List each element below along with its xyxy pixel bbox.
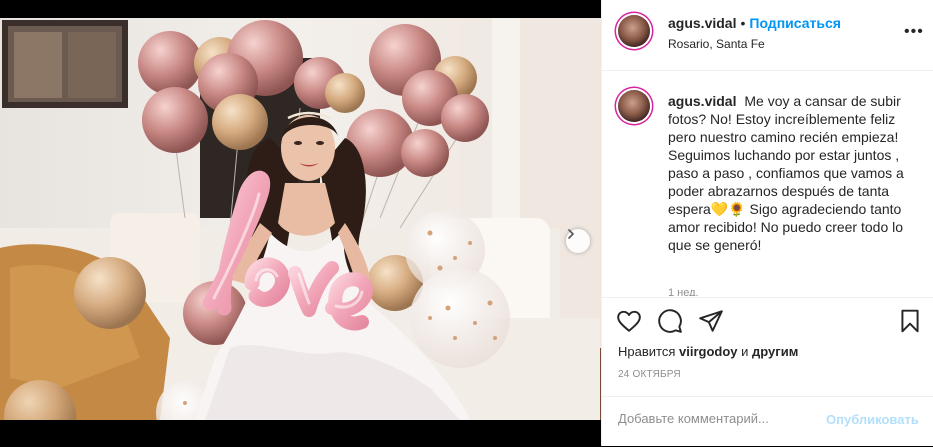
bookmark-icon[interactable]	[897, 308, 923, 334]
likes-user-link[interactable]: viirgodoy	[679, 344, 738, 359]
ellipsis-icon[interactable]: •••	[904, 24, 924, 40]
follow-button[interactable]: Подписаться	[749, 15, 841, 31]
carousel-next-button[interactable]	[566, 229, 590, 253]
location-link[interactable]: Rosario, Santa Fe	[668, 37, 765, 51]
avatar[interactable]	[618, 15, 650, 47]
heart-icon[interactable]	[616, 308, 642, 334]
comment-icon[interactable]	[657, 308, 683, 334]
header-username[interactable]: agus.vidal	[668, 15, 736, 31]
caption-time-ago: 1 нед.	[668, 287, 699, 296]
caption-avatar[interactable]	[618, 90, 650, 122]
post-side-panel: agus.vidal • Подписаться Rosario, Santa Fe…	[601, 0, 933, 446]
comment-input[interactable]	[618, 411, 818, 426]
publish-button[interactable]: Опубликовать	[826, 412, 919, 427]
chevron-right-icon	[568, 229, 574, 239]
caption-username[interactable]: agus.vidal	[668, 93, 736, 109]
caption-area: agus.vidal Me voy a cansar de subir foto…	[602, 71, 933, 296]
photo-illustration: love	[0, 18, 601, 420]
likes-and: и	[741, 344, 749, 359]
paper-plane-icon[interactable]	[698, 308, 724, 334]
comment-bar: Опубликовать	[602, 396, 933, 447]
likes-prefix: Нравится	[618, 344, 676, 359]
caption: agus.vidal Me voy a cansar de subir foto…	[668, 92, 908, 254]
likes-others-link[interactable]: другим	[752, 344, 798, 359]
post-header: agus.vidal • Подписаться Rosario, Santa Fe…	[602, 0, 933, 71]
header-user-line: agus.vidal • Подписаться	[668, 15, 841, 31]
post-photo[interactable]: love	[0, 18, 601, 420]
caption-text: Me voy a cansar de subir fotos? No! Esto…	[668, 93, 904, 253]
likes-line: Нравится viirgodoy и другим	[618, 344, 798, 359]
post-date[interactable]: 24 ОКТЯБРЯ	[618, 369, 681, 380]
separator-dot: •	[740, 15, 746, 31]
